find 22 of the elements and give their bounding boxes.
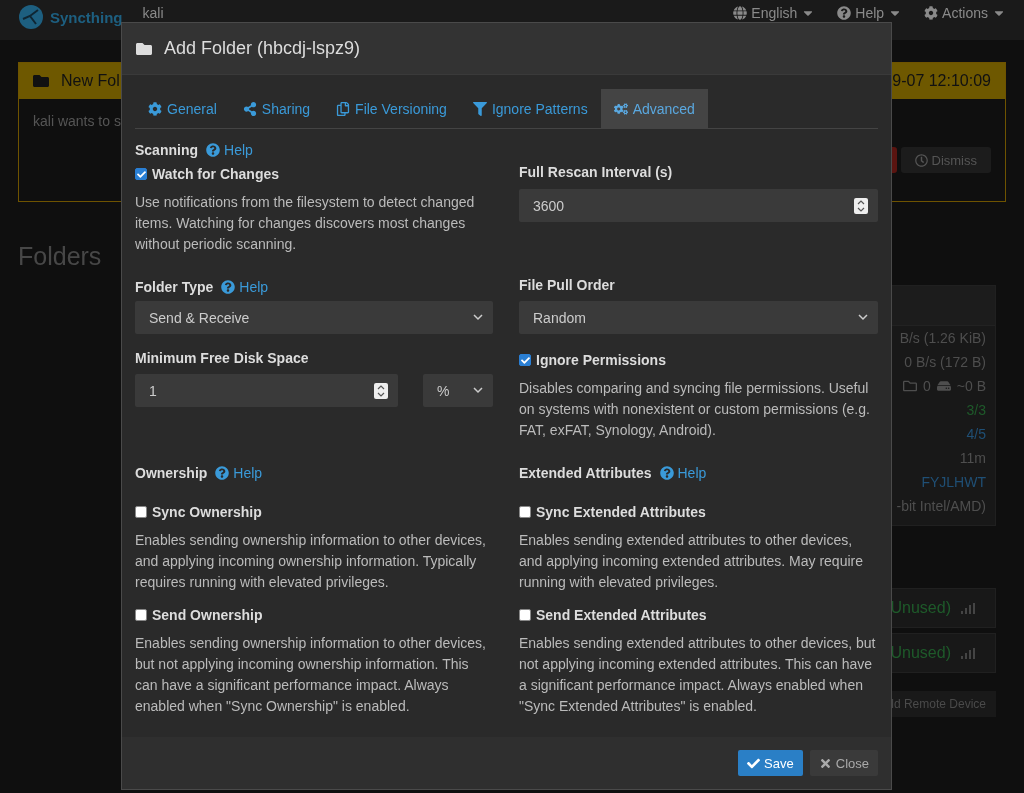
panel-value: 3/3 (966, 402, 986, 418)
notification-text: kali wants to s (33, 113, 122, 129)
option-description: Disables comparing and syncing file permissions. Useful on systems with nonexistent or custom permissions (e.g. FAT, exFAT, Synology, Android). (519, 379, 871, 440)
notification-title: New Fol (61, 72, 120, 90)
option-description: Enables sending ownership information to other devices, and applying incoming ownership information. Typically requires running with elevated privileges. (135, 531, 487, 592)
option-description: Enables sending extended attributes to other devices, and applying incoming extended attributes. May require running with elevated privileges. (519, 531, 864, 592)
section-heading: Folder Type (135, 279, 214, 295)
device-status: Unused) (890, 644, 951, 662)
option-description: Enables sending ownership information to other devices, but not applying incoming ownership information. This can have a significant performance impact. Always enabled when "Sync Ownership" is enabled. (135, 634, 487, 716)
device-name: kali (142, 4, 164, 21)
field-label: File Pull Order (519, 277, 616, 295)
section-heading: Folders (18, 242, 102, 271)
notification-time: 9-07 12:10:09 (892, 72, 991, 90)
section-heading: Scanning (135, 142, 198, 158)
section-heading: Ownership (135, 465, 208, 481)
device-status: Unused) (890, 599, 951, 617)
dialog-title: Add Folder (hbcdj-lspz9) (164, 38, 361, 59)
field-label: Full Rescan Interval (s) (519, 164, 674, 182)
field-label: Minimum Free Disk Space (135, 350, 310, 368)
option-description: Enables sending extended attributes to other devices, but not applying incoming extended attributes. This can have a significant performance impact. Always enabled when "Sync Extended Attributes" is enabled. (519, 634, 877, 716)
option-description: Use notifications from the filesystem to detect changed items. Watching for changes discovers most changes without periodic scanning. (135, 193, 476, 254)
section-heading: Extended Attributes (519, 465, 652, 481)
